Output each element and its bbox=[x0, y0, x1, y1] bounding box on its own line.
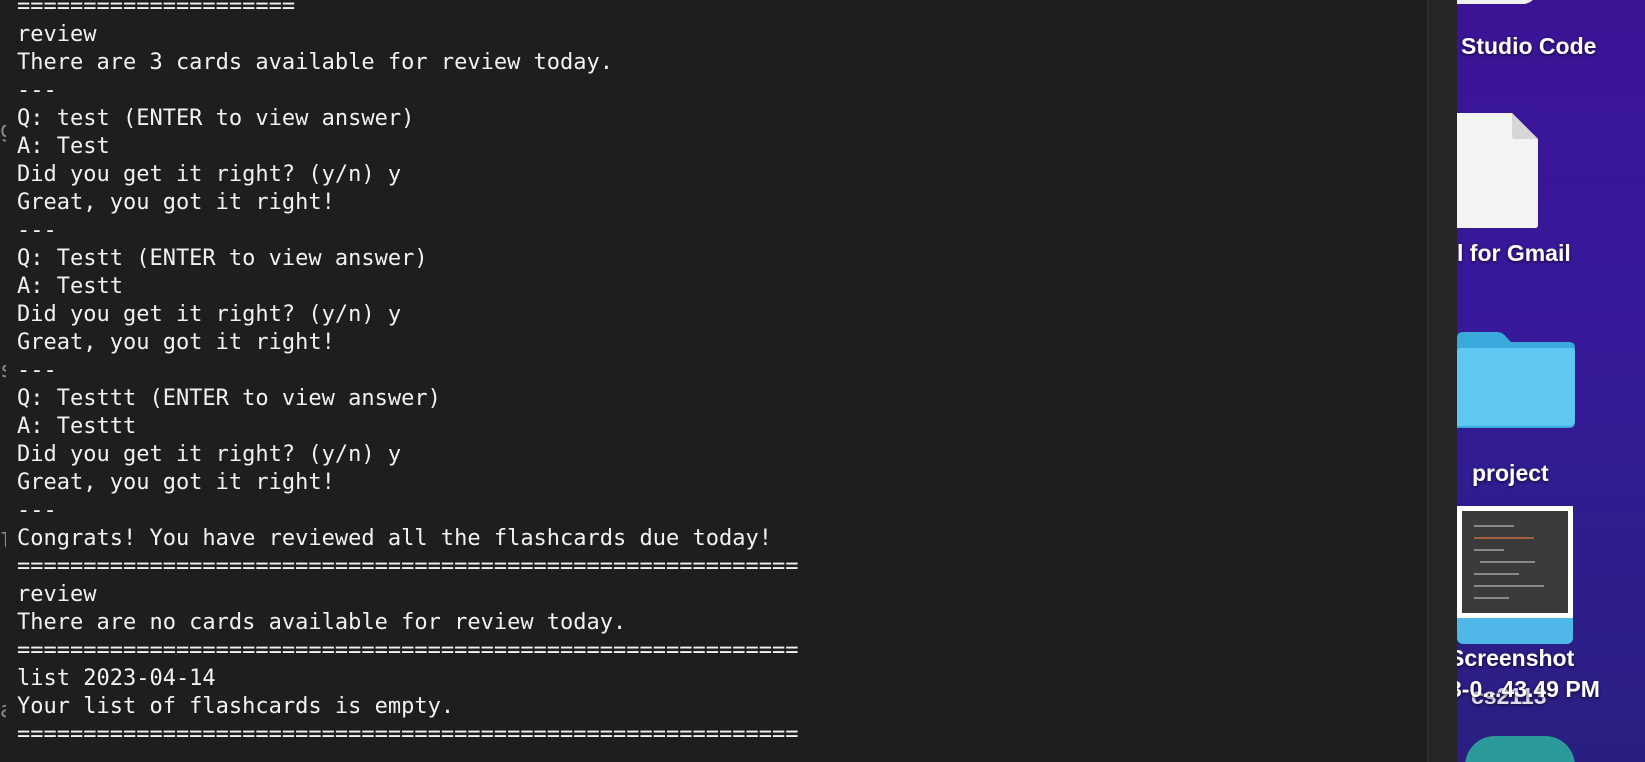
terminal-line: review bbox=[17, 582, 97, 607]
terminal-line: Great, you got it right! bbox=[17, 330, 335, 355]
terminal-line: Congrats! You have reviewed all the flas… bbox=[17, 526, 772, 551]
terminal-line: Great, you got it right! bbox=[17, 190, 335, 215]
terminal-line: --- bbox=[17, 218, 57, 243]
background-window-edge-glyph: g bbox=[0, 118, 6, 143]
app-icon[interactable] bbox=[1457, 0, 1537, 4]
screenshot-thumbnail-icon[interactable] bbox=[1457, 506, 1575, 650]
terminal-line: A: Testtt bbox=[17, 414, 137, 439]
terminal-line: --- bbox=[17, 358, 57, 383]
terminal-line: Did you get it right? (y/n) y bbox=[17, 442, 402, 467]
terminal-line: Did you get it right? (y/n) y bbox=[17, 302, 402, 327]
terminal-output: ===================== review There are 3 c… bbox=[17, 0, 798, 756]
terminal-scrollbar[interactable] bbox=[1427, 0, 1457, 762]
terminal-line: --- bbox=[17, 498, 57, 523]
terminal-line: Your list of flashcards is empty. bbox=[17, 694, 455, 719]
desktop-label-gmail[interactable]: l for Gmail bbox=[1457, 240, 1571, 267]
background-window-edge-glyph: a bbox=[0, 698, 6, 723]
background-window-edge-glyph: s bbox=[0, 358, 6, 383]
terminal-line: There are no cards available for review … bbox=[17, 610, 627, 635]
document-icon[interactable] bbox=[1457, 113, 1538, 228]
terminal-line: There are 3 cards available for review t… bbox=[17, 50, 614, 75]
terminal-line: ========================================… bbox=[17, 638, 799, 663]
terminal-line: A: Testt bbox=[17, 274, 123, 299]
folder-icon[interactable] bbox=[1457, 330, 1575, 430]
terminal-line: ===================== bbox=[17, 0, 296, 19]
terminal-line: Did you get it right? (y/n) y bbox=[17, 162, 402, 187]
terminal-line: --- bbox=[17, 78, 57, 103]
app-icon[interactable] bbox=[1465, 736, 1575, 762]
terminal-line: review bbox=[17, 22, 97, 47]
desktop-label-vscode[interactable]: Studio Code bbox=[1461, 33, 1596, 60]
terminal-line: A: Test bbox=[17, 134, 110, 159]
terminal-line: ========================================… bbox=[17, 554, 799, 579]
background-window-edge-glyph: l bbox=[0, 530, 6, 555]
terminal-line: list 2023-04-14 bbox=[17, 666, 216, 691]
desktop-label-screenshot-time: 3-0...43.49 PM bbox=[1457, 676, 1600, 702]
terminal-line: ========================================… bbox=[17, 722, 799, 747]
terminal-line: Q: Testt (ENTER to view answer) bbox=[17, 246, 428, 271]
terminal-line: Q: test (ENTER to view answer) bbox=[17, 106, 415, 131]
desktop: Studio Code l for Gmail project Screensh… bbox=[1457, 0, 1645, 762]
desktop-label-project[interactable]: project bbox=[1472, 460, 1549, 487]
terminal-window[interactable]: g s l a ===================== review There… bbox=[0, 0, 1427, 762]
desktop-label-screenshot[interactable]: Screenshot bbox=[1457, 645, 1574, 672]
terminal-line: Great, you got it right! bbox=[17, 470, 335, 495]
terminal-line: Q: Testtt (ENTER to view answer) bbox=[17, 386, 441, 411]
